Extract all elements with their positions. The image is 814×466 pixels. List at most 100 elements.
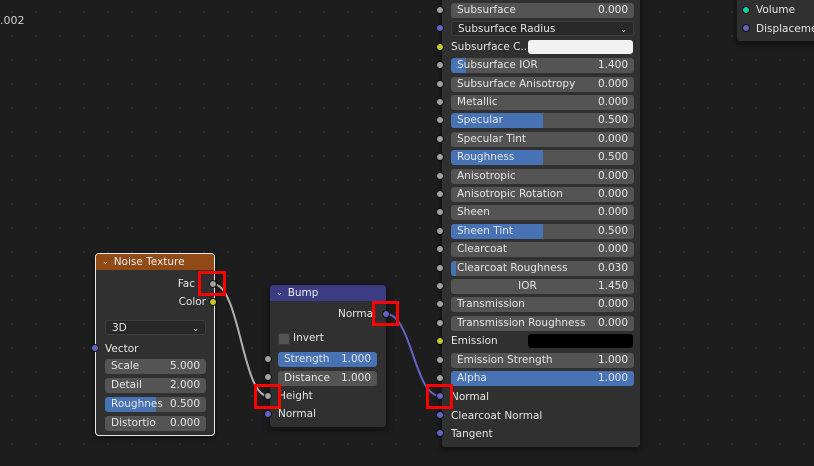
bsdf-specular-tint-field-label: Specular Tint [457, 132, 527, 145]
bsdf-transmission-roughness-input-socket[interactable] [436, 318, 444, 327]
tangent-input-label: Tangent [451, 428, 493, 440]
bsdf-alpha-field-label: Alpha [457, 372, 487, 384]
bsdf-clearcoat-roughness-field[interactable]: Clearcoat Roughness 0.030 [451, 260, 634, 276]
noise-field-detail-value: 2.000 [169, 379, 200, 391]
bsdf-clearcoat-roughness-input-socket[interactable] [436, 263, 444, 272]
bsdf-normal-input-label: Normal [451, 391, 489, 403]
bsdf-sheen-field-label: Sheen [457, 206, 490, 219]
bsdf-subsurface-anisotropy-input-socket[interactable] [436, 79, 444, 88]
noise-texture-header[interactable]: ⌄ Noise Texture [96, 254, 214, 270]
bsdf-subsurface-ior-field[interactable]: Subsurface IOR 1.400 [451, 58, 634, 74]
color-output-socket[interactable] [209, 298, 217, 306]
bsdf-subsurface-radius-dropdown[interactable]: Subsurface Radius ⌄ [451, 21, 634, 37]
noise-field-distortio[interactable]: Distortio 0.000 [105, 416, 206, 431]
bsdf-metallic-field[interactable]: Metallic 0.000 [451, 95, 634, 110]
bsdf-subsurface-c-input-socket[interactable] [436, 42, 444, 51]
bsdf-specular-field-label: Specular [457, 114, 503, 127]
noise-field-scale-label: Scale [111, 360, 140, 372]
bsdf-anisotropic-field-value: 0.000 [597, 169, 628, 182]
bsdf-anisotropic-field[interactable]: Anisotropic 0.000 [451, 168, 634, 184]
bsdf-anisotropic-input-socket[interactable] [436, 171, 444, 180]
volume-input-label: Volume [756, 4, 796, 16]
bsdf-alpha-field-value: 1.000 [597, 372, 628, 384]
bsdf-subsurface-ior-field-value: 1.400 [597, 59, 628, 72]
bsdf-emission-strength-field[interactable]: Emission Strength 1.000 [451, 352, 634, 368]
bsdf-specular-tint-field[interactable]: Specular Tint 0.000 [451, 131, 634, 147]
bsdf-subsurface-field-label: Subsurface [457, 4, 516, 16]
bsdf-ior-input-socket[interactable] [436, 282, 444, 290]
bump-field-strength[interactable]: Strength 1.000 [278, 352, 377, 367]
bsdf-specular-field[interactable]: Specular 0.500 [451, 113, 634, 129]
bsdf-specular-tint-input-socket[interactable] [436, 134, 444, 143]
bsdf-sheen-tint-field[interactable]: Sheen Tint 0.500 [451, 223, 634, 239]
bsdf-transmission-roughness-field[interactable]: Transmission Roughness 0.000 [451, 315, 634, 331]
bump-header[interactable]: ⌄ Bump [270, 285, 386, 301]
bsdf-subsurface-c-color-swatch[interactable] [528, 39, 633, 54]
invert-checkbox[interactable] [278, 333, 290, 345]
chevron-down-icon: ⌄ [192, 324, 199, 333]
bsdf-clearcoat-field-label: Clearcoat [457, 243, 507, 256]
bsdf-specular-field-value: 0.500 [597, 114, 628, 127]
fac-output-label: Fac [177, 278, 195, 290]
height-input-label: Height [278, 390, 313, 402]
noise-field-distortio-label: Distortio [111, 417, 156, 429]
distance-input-socket[interactable] [264, 373, 272, 381]
invert-label: Invert [293, 332, 324, 344]
clearcoat-normal-input-socket[interactable] [436, 411, 444, 419]
bump-field-strength-value: 1.000 [340, 353, 371, 365]
clearcoat-normal-input-label: Clearcoat Normal [451, 410, 543, 422]
bsdf-roughness-field[interactable]: Roughness 0.500 [451, 150, 634, 166]
bsdf-alpha-field[interactable]: Alpha 1.000 [451, 371, 634, 386]
collapse-chevron-icon[interactable]: ⌄ [102, 254, 109, 270]
principled-bsdf-node[interactable]: Subsurface 0.000 Subsurface Radius ⌄ Subsurf… [441, 0, 641, 448]
bsdf-ior-field[interactable]: IOR 1.450 [451, 279, 634, 294]
bsdf-alpha-input-socket[interactable] [436, 374, 444, 382]
bsdf-transmission-field-value: 0.000 [597, 298, 628, 311]
link-fac-to-height [212, 283, 269, 397]
bsdf-emission-strength-input-socket[interactable] [436, 355, 444, 364]
bsdf-subsurface-radius-label: Subsurface Radius [458, 23, 556, 36]
bsdf-sheen-tint-input-socket[interactable] [436, 226, 444, 235]
bsdf-metallic-input-socket[interactable] [436, 98, 444, 106]
bsdf-subsurface-ior-field-label: Subsurface IOR [457, 59, 538, 72]
bsdf-ior-field-label: IOR [518, 280, 537, 292]
bsdf-emission-strength-field-value: 1.000 [597, 353, 628, 366]
noise-field-scale[interactable]: Scale 5.000 [105, 359, 206, 374]
bsdf-subsurface-anisotropy-field-value: 0.000 [597, 77, 628, 90]
bsdf-metallic-field-label: Metallic [457, 96, 498, 108]
bump-normal-input-socket[interactable] [264, 410, 272, 418]
noise-field-roughnes[interactable]: Roughnes 0.500 [105, 397, 206, 412]
bsdf-clearcoat-field[interactable]: Clearcoat 0.000 [451, 242, 634, 258]
noise-field-distortio-value: 0.000 [169, 417, 200, 429]
bsdf-ior-field-value: 1.450 [597, 280, 628, 292]
vector-input-socket[interactable] [91, 344, 99, 352]
bsdf-subsurface-input-socket[interactable] [436, 6, 444, 14]
bsdf-emission-color-swatch[interactable] [528, 334, 633, 349]
bsdf-roughness-field-label: Roughness [457, 151, 515, 164]
tangent-input-socket[interactable] [436, 429, 444, 437]
bump-node[interactable]: ⌄ Bump Normal Invert Strength 1.000 Distan… [269, 284, 387, 428]
bsdf-transmission-field-label: Transmission [457, 298, 525, 311]
bsdf-anisotropic-rotation-field[interactable]: Anisotropic Rotation 0.000 [451, 187, 634, 202]
bsdf-anisotropic-field-label: Anisotropic [457, 169, 516, 182]
highlight-bump-normal-socket [372, 301, 399, 326]
bsdf-sheen-tint-field-value: 0.500 [597, 224, 628, 237]
bump-field-distance-label: Distance [284, 372, 330, 384]
bsdf-subsurface-anisotropy-field[interactable]: Subsurface Anisotropy 0.000 [451, 76, 634, 92]
collapse-chevron-icon[interactable]: ⌄ [276, 285, 283, 301]
bsdf-anisotropic-rotation-field-label: Anisotropic Rotation [457, 188, 563, 200]
noise-field-detail[interactable]: Detail 2.000 [105, 378, 206, 393]
bump-field-distance[interactable]: Distance 1.000 [278, 371, 377, 386]
strength-input-socket[interactable] [264, 355, 272, 363]
bump-field-distance-value: 1.000 [340, 372, 371, 384]
bsdf-anisotropic-rotation-input-socket[interactable] [436, 190, 444, 198]
bsdf-subsurface-anisotropy-field-label: Subsurface Anisotropy [457, 77, 576, 90]
noise-texture-node[interactable]: ⌄ Noise Texture Fac Color 3D ⌄ Vector Sc… [95, 253, 215, 436]
bsdf-sheen-field[interactable]: Sheen 0.000 [451, 205, 634, 221]
displacement-input-socket[interactable] [742, 24, 750, 32]
bsdf-subsurface-field[interactable]: Subsurface 0.000 [451, 3, 634, 18]
bsdf-transmission-field[interactable]: Transmission 0.000 [451, 297, 634, 313]
volume-input-socket[interactable] [742, 6, 750, 14]
dimension-dropdown[interactable]: 3D ⌄ [105, 320, 206, 335]
highlight-bsdf-normal-socket [426, 384, 453, 409]
